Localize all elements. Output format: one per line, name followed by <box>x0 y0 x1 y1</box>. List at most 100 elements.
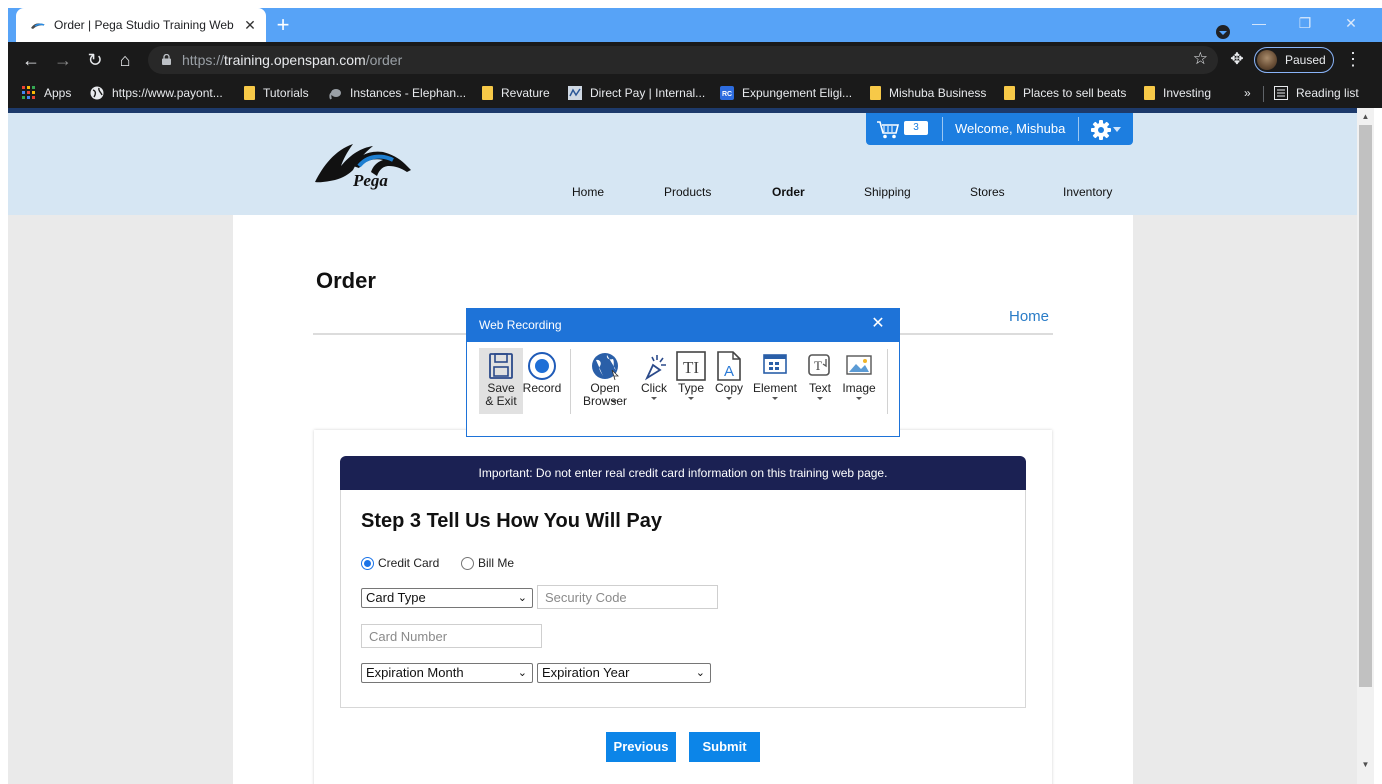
minimize-icon[interactable]: — <box>1236 8 1282 42</box>
element-icon <box>763 354 787 374</box>
page-title: Order <box>316 268 376 293</box>
chevron-down-icon <box>726 397 732 400</box>
bookmark-places-to-sell-beats[interactable]: Places to sell beats <box>1004 84 1126 102</box>
save-icon <box>489 353 513 379</box>
reload-icon[interactable]: ↻ <box>82 47 108 73</box>
back-arrow-icon[interactable]: ← <box>18 47 44 73</box>
bookmark-instances[interactable]: Instances - Elephan... <box>328 84 466 102</box>
chevron-down-icon <box>856 397 862 400</box>
record-icon <box>528 352 556 380</box>
image-button[interactable]: Image <box>839 348 879 414</box>
bookmark-direct-pay[interactable]: Direct Pay | Internal... <box>568 84 705 102</box>
bookmark-expungement[interactable]: RC Expungement Eligi... <box>720 84 852 102</box>
tab-strip: Order | Pega Studio Training Web ✕ + — ❐… <box>8 8 1382 42</box>
chevron-down-icon: ⌄ <box>517 592 527 604</box>
card-type-select[interactable]: Card Type ⌄ <box>361 588 533 608</box>
pega-logo[interactable]: Pega <box>313 136 423 192</box>
chevron-down-icon <box>651 397 657 400</box>
browser-menu-icon[interactable]: ⋮ <box>1344 48 1362 72</box>
bookmark-investing[interactable]: Investing <box>1144 84 1211 102</box>
home-icon[interactable]: ⌂ <box>112 47 138 73</box>
bookmark-mishuba-business[interactable]: Mishuba Business <box>870 84 986 102</box>
chevron-down-icon <box>817 397 823 400</box>
web-recording-title: Web Recording <box>479 318 562 332</box>
security-code-input[interactable]: Security Code <box>537 585 718 609</box>
save-exit-button[interactable]: Save & Exit <box>479 348 523 414</box>
submit-button[interactable]: Submit <box>689 732 760 762</box>
element-button[interactable]: Element <box>751 348 799 414</box>
folder-icon <box>244 86 255 100</box>
scroll-thumb[interactable] <box>1359 125 1372 687</box>
tab-order[interactable]: Order | Pega Studio Training Web ✕ <box>16 8 266 42</box>
text-button[interactable]: T Text <box>803 348 837 414</box>
radio-selected-icon[interactable] <box>361 556 374 570</box>
close-icon[interactable]: ✕ <box>869 315 887 333</box>
scroll-down-icon[interactable]: ▼ <box>1357 760 1374 769</box>
type-button[interactable]: TI Type <box>673 348 709 414</box>
profile-menu-icon[interactable] <box>1216 25 1230 39</box>
expiration-year-select[interactable]: Expiration Year ⌄ <box>537 663 711 683</box>
welcome-message[interactable]: Welcome, Mishuba <box>955 121 1065 136</box>
irs-icon <box>568 86 582 100</box>
pega-favicon-icon <box>31 23 45 29</box>
new-tab-button[interactable]: + <box>270 12 296 38</box>
bookmark-star-icon[interactable]: ☆ <box>1193 49 1208 69</box>
scroll-up-icon[interactable]: ▲ <box>1357 112 1374 121</box>
url-text: https://training.openspan.com/order <box>182 52 403 68</box>
previous-button[interactable]: Previous <box>606 732 676 762</box>
bookmark-revature[interactable]: Revature <box>482 84 550 102</box>
payment-form: Step 3 Tell Us How You Will Pay Credit C… <box>340 490 1026 708</box>
bookmark-apps[interactable]: Apps <box>22 84 71 102</box>
shopping-cart-icon[interactable] <box>876 121 900 139</box>
breadcrumb-home-link[interactable]: Home <box>1009 308 1049 325</box>
web-recording-header[interactable]: Web Recording ✕ <box>467 309 899 342</box>
profile-status: Paused <box>1285 53 1326 67</box>
nav-products[interactable]: Products <box>664 185 711 199</box>
bookmark-tutorials[interactable]: Tutorials <box>244 84 309 102</box>
open-browser-button[interactable]: Open Browser <box>579 348 631 414</box>
credit-card-radio[interactable]: Credit Card <box>361 556 439 570</box>
gear-icon[interactable] <box>1090 119 1112 141</box>
record-button[interactable]: Record <box>521 348 563 414</box>
right-gutter <box>1133 215 1357 784</box>
copy-button[interactable]: A Copy <box>711 348 747 414</box>
avatar <box>1257 50 1277 70</box>
svg-text:T: T <box>814 358 822 373</box>
extensions-puzzle-icon[interactable]: ✥ <box>1226 48 1248 72</box>
bookmarks-divider <box>1263 86 1264 102</box>
cart-count-badge: 3 <box>904 121 928 135</box>
close-window-icon[interactable]: ✕ <box>1328 8 1374 42</box>
nav-inventory[interactable]: Inventory <box>1063 185 1112 199</box>
nav-stores[interactable]: Stores <box>970 185 1005 199</box>
profile-paused-button[interactable]: Paused <box>1254 47 1334 73</box>
bookmarks-overflow-icon[interactable]: » <box>1244 84 1251 102</box>
warning-banner: Important: Do not enter real credit card… <box>340 456 1026 490</box>
bill-me-radio[interactable]: Bill Me <box>461 556 514 570</box>
nav-shipping[interactable]: Shipping <box>864 185 911 199</box>
bookmark-payont[interactable]: https://www.payont... <box>90 84 223 102</box>
expiration-month-select[interactable]: Expiration Month ⌄ <box>361 663 533 683</box>
nav-order[interactable]: Order <box>772 185 805 199</box>
reading-list-button[interactable]: Reading list <box>1274 84 1359 102</box>
globe-icon <box>592 353 619 381</box>
rc-icon: RC <box>720 86 734 100</box>
text-icon: T <box>808 354 830 376</box>
browser-toolbar: ← → ↻ ⌂ https://training.openspan.com/or… <box>8 42 1382 78</box>
site-header: Pega Home Products Order Shipping Stores… <box>8 113 1357 215</box>
type-text-icon: TI <box>676 351 706 381</box>
restore-icon[interactable]: ❐ <box>1282 8 1328 42</box>
tab-close-icon[interactable]: ✕ <box>242 17 258 34</box>
user-utility-bar: 3 Welcome, Mishuba <box>866 113 1133 145</box>
folder-icon <box>1144 86 1155 100</box>
chevron-down-icon: ⌄ <box>517 667 527 679</box>
page-scrollbar[interactable]: ▲ ▼ <box>1357 108 1374 784</box>
apps-grid-icon <box>22 86 35 99</box>
radio-unselected-icon[interactable] <box>461 556 474 570</box>
card-number-input[interactable]: Card Number <box>361 624 542 648</box>
nav-home[interactable]: Home <box>572 185 604 199</box>
click-button[interactable]: Click <box>635 348 673 414</box>
address-bar[interactable]: https://training.openspan.com/order ☆ <box>148 46 1218 74</box>
forward-arrow-icon[interactable]: → <box>50 47 76 73</box>
chevron-down-icon[interactable] <box>1113 127 1121 132</box>
image-icon <box>846 355 872 375</box>
